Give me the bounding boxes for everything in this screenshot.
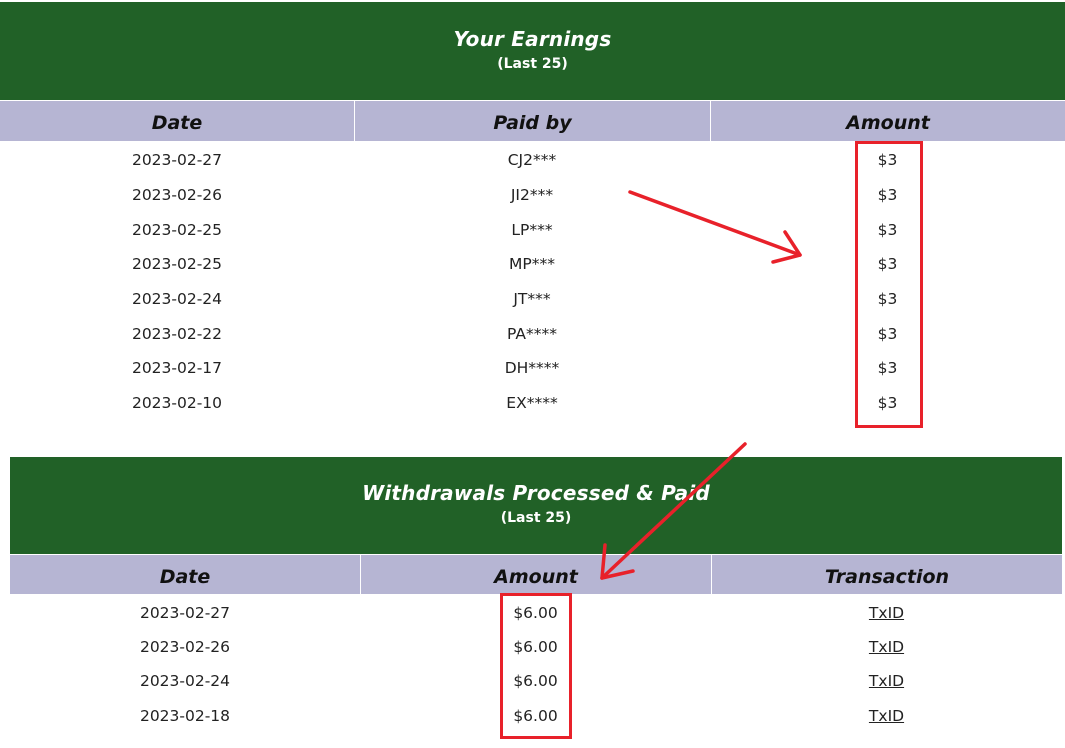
earnings-title: Your Earnings	[453, 27, 612, 51]
earnings-date-cell: 2023-02-24	[131, 290, 223, 309]
earnings-paid-by-cell: EX****	[506, 394, 558, 413]
earnings-paid-by-cell: JI2***	[510, 186, 554, 205]
earnings-col-date: Date	[151, 112, 203, 134]
earnings-date-cell: 2023-02-25	[131, 220, 223, 239]
withdrawal-date-cell: 2023-02-24	[139, 672, 231, 691]
withdrawals-col-amount: Amount	[360, 555, 711, 594]
withdrawal-date-cell: 2023-02-27	[139, 604, 231, 623]
earnings-date-cell: 2023-02-17	[131, 359, 223, 378]
earnings-date-cell: 2023-02-10	[131, 394, 223, 413]
withdrawals-col-date: Date	[159, 565, 211, 588]
withdrawal-date-cell: 2023-02-18	[139, 706, 231, 725]
earnings-col-amount: Amount	[710, 101, 1065, 141]
withdrawal-transaction-cell: TxID	[711, 699, 1062, 733]
txid-link[interactable]: TxID	[869, 638, 904, 656]
txid-link[interactable]: TxID	[869, 672, 904, 690]
txid-link[interactable]: TxID	[869, 707, 904, 725]
earnings-column-headers: Date Paid by Amount	[0, 101, 1065, 141]
earnings-date-cell: 2023-02-27	[131, 151, 223, 170]
page: Your Earnings (Last 25) Date Paid by Amo…	[0, 0, 1065, 748]
earnings-paid-by-cell: MP***	[509, 255, 555, 274]
earnings-paid-by-cell: CJ2***	[507, 151, 557, 170]
earnings-paid-by-cell: PA****	[507, 324, 557, 343]
withdrawal-transaction-cell: TxID	[711, 596, 1062, 630]
earnings-date-cell: 2023-02-22	[131, 324, 223, 343]
withdrawal-date-cell: 2023-02-26	[139, 638, 231, 657]
withdrawals-col-transaction: Transaction	[711, 555, 1062, 594]
earnings-paid-by-cell: JT***	[513, 290, 551, 309]
txid-link[interactable]: TxID	[869, 604, 904, 622]
earnings-date-cell: 2023-02-26	[131, 186, 223, 205]
withdrawals-title: Withdrawals Processed & Paid	[362, 481, 710, 505]
earnings-paid-by-cell: LP***	[511, 220, 553, 239]
earnings-paid-by-cell: DH****	[504, 359, 560, 378]
earnings-amount-highlight-box	[855, 141, 923, 428]
earnings-date-cell: 2023-02-25	[131, 255, 223, 274]
withdrawal-amount-highlight-box	[500, 593, 572, 739]
earnings-col-paid-by: Paid by	[354, 101, 710, 141]
withdrawal-transaction-cell: TxID	[711, 664, 1062, 698]
withdrawals-header: Withdrawals Processed & Paid (Last 25)	[10, 457, 1062, 554]
earnings-header: Your Earnings (Last 25)	[0, 2, 1065, 100]
withdrawals-subtitle: (Last 25)	[500, 510, 572, 526]
withdrawal-transaction-cell: TxID	[711, 630, 1062, 664]
withdrawals-column-headers: Date Amount Transaction	[10, 555, 1062, 594]
earnings-subtitle: (Last 25)	[497, 56, 568, 72]
